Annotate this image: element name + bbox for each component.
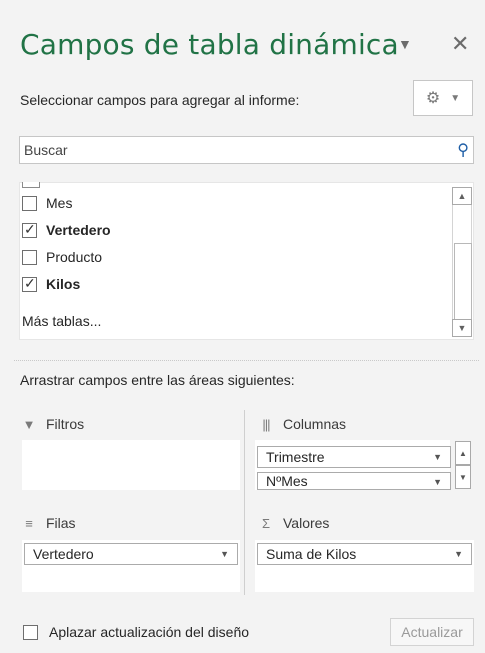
scroll-down-button[interactable]: ▼ [455, 465, 471, 489]
field-checkbox-partial[interactable] [22, 182, 40, 188]
field-item-kilos[interactable]: Kilos [22, 273, 80, 295]
columns-scrollbar[interactable]: ▲ ▼ [455, 441, 471, 489]
pane-title: Campos de tabla dinámica [20, 28, 399, 61]
area-divider [244, 410, 245, 595]
field-checkbox[interactable] [22, 249, 37, 265]
gear-icon: ⚙ [425, 90, 441, 107]
search-icon[interactable]: ⚲ [457, 140, 469, 160]
chevron-down-icon[interactable]: ▼ [220, 549, 229, 559]
field-checkbox[interactable] [22, 221, 37, 238]
rows-icon: ≡ [25, 515, 33, 531]
field-pill-label: NºMes [266, 473, 308, 489]
close-icon[interactable]: ✕ [451, 31, 469, 57]
scroll-up-button[interactable]: ▲ [455, 441, 471, 465]
values-label: Valores [283, 515, 330, 531]
chevron-down-icon: ▼ [450, 92, 461, 104]
field-item-vertedero[interactable]: Vertedero [22, 219, 111, 241]
defer-update-label: Aplazar actualización del diseño [49, 624, 250, 640]
rows-label: Filas [46, 515, 76, 531]
row-field-vertedero[interactable]: Vertedero ▼ [24, 543, 238, 565]
filters-area-header: ▼ Filtros [22, 413, 85, 435]
field-checkbox[interactable] [22, 195, 37, 211]
field-label: Vertedero [46, 222, 111, 238]
scrollbar-track[interactable] [452, 205, 472, 323]
drag-instructions: Arrastrar campos entre las áreas siguien… [20, 372, 295, 388]
tools-button[interactable]: ⚙ ▼ [413, 80, 473, 116]
chevron-down-icon[interactable]: ▼ [454, 549, 463, 559]
search-input[interactable] [20, 137, 440, 163]
search-box: ⚲ [19, 136, 474, 164]
columns-area-header: ||| Columnas [259, 413, 346, 435]
section-divider [14, 360, 479, 361]
field-label: Kilos [46, 276, 81, 292]
field-item-mes[interactable]: Mes [22, 192, 72, 214]
field-list-scrollbar[interactable]: ▲ ▼ [452, 187, 472, 337]
sigma-icon: Σ [261, 515, 271, 531]
values-area-header: Σ Valores [259, 512, 329, 534]
chevron-down-icon[interactable]: ▼ [433, 477, 442, 487]
field-pill-label: Trimestre [266, 449, 325, 465]
chevron-down-icon[interactable]: ▼ [433, 452, 442, 462]
chevron-down-icon[interactable]: ▼ [398, 36, 412, 52]
rows-area-header: ≡ Filas [22, 512, 76, 534]
field-pill-label: Suma de Kilos [266, 546, 357, 562]
update-button[interactable]: Actualizar [390, 618, 474, 646]
scrollbar-thumb[interactable] [454, 243, 472, 323]
filters-label: Filtros [46, 416, 85, 432]
scroll-down-button[interactable]: ▼ [452, 319, 472, 337]
columns-icon: ||| [262, 416, 270, 432]
value-field-suma-kilos[interactable]: Suma de Kilos ▼ [257, 543, 472, 565]
defer-update-checkbox[interactable] [23, 625, 38, 640]
filter-icon: ▼ [22, 416, 36, 432]
column-field-trimestre[interactable]: Trimestre ▼ [257, 446, 451, 468]
field-label: Mes [46, 195, 73, 211]
more-tables-link[interactable]: Más tablas... [22, 313, 101, 329]
field-checkbox[interactable] [22, 275, 37, 292]
field-item-producto[interactable]: Producto [22, 246, 102, 268]
filters-drop-zone[interactable] [22, 440, 240, 490]
field-label: Producto [46, 249, 103, 265]
column-field-nmes[interactable]: NºMes ▼ [257, 472, 451, 490]
scroll-up-button[interactable]: ▲ [452, 187, 472, 205]
field-pill-label: Vertedero [33, 546, 94, 562]
columns-label: Columnas [283, 416, 347, 432]
instructions-label: Seleccionar campos para agregar al infor… [20, 92, 300, 108]
